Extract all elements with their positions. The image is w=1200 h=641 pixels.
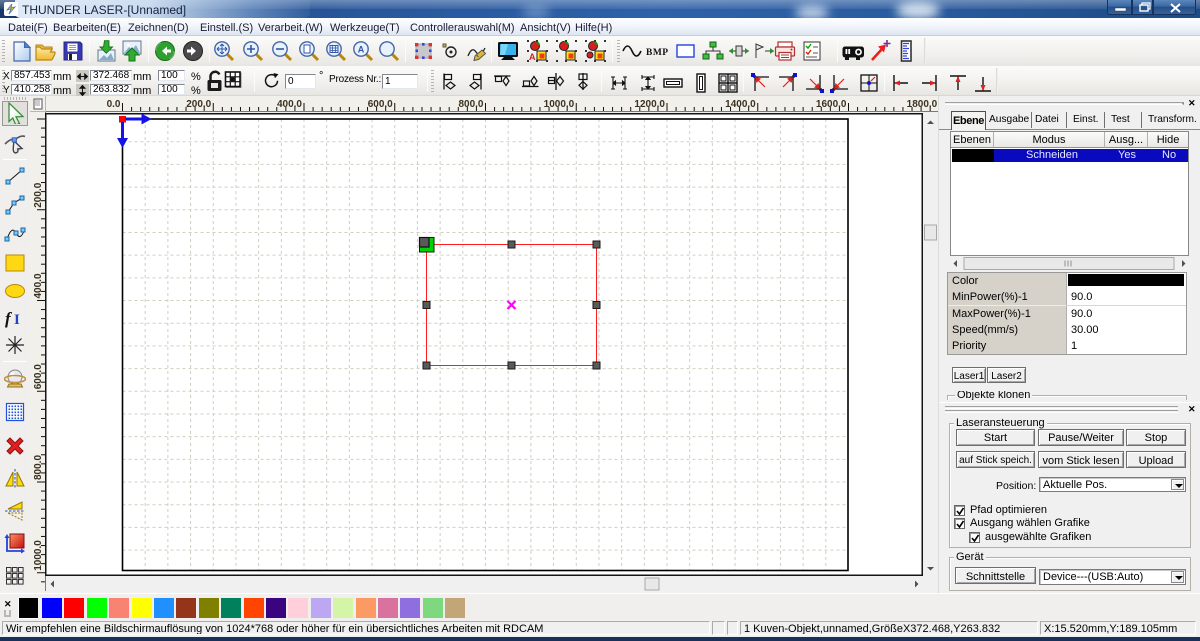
svg-text:1000.0: 1000.0 [33, 540, 44, 571]
svg-text:1600.0: 1600.0 [816, 99, 847, 110]
svg-text:1200.0: 1200.0 [634, 99, 665, 110]
svg-text:600.0: 600.0 [33, 364, 44, 389]
svg-text:1400.0: 1400.0 [725, 99, 756, 110]
svg-text:400.0: 400.0 [277, 99, 302, 110]
svg-text:I: I [14, 312, 20, 328]
svg-text:600.0: 600.0 [368, 99, 393, 110]
svg-text:A: A [358, 45, 365, 55]
svg-text:1800.0: 1800.0 [907, 99, 938, 110]
svg-text:400.0: 400.0 [33, 273, 44, 298]
svg-text:200.0: 200.0 [33, 182, 44, 207]
svg-text:200.0: 200.0 [186, 99, 211, 110]
svg-text:1000.0: 1000.0 [544, 99, 575, 110]
svg-text:800.0: 800.0 [33, 455, 44, 480]
svg-text:0.0: 0.0 [107, 99, 121, 110]
svg-text:800.0: 800.0 [458, 99, 483, 110]
svg-text:A: A [529, 52, 536, 62]
svg-text:f: f [5, 309, 13, 328]
svg-text:BMP: BMP [646, 48, 669, 58]
